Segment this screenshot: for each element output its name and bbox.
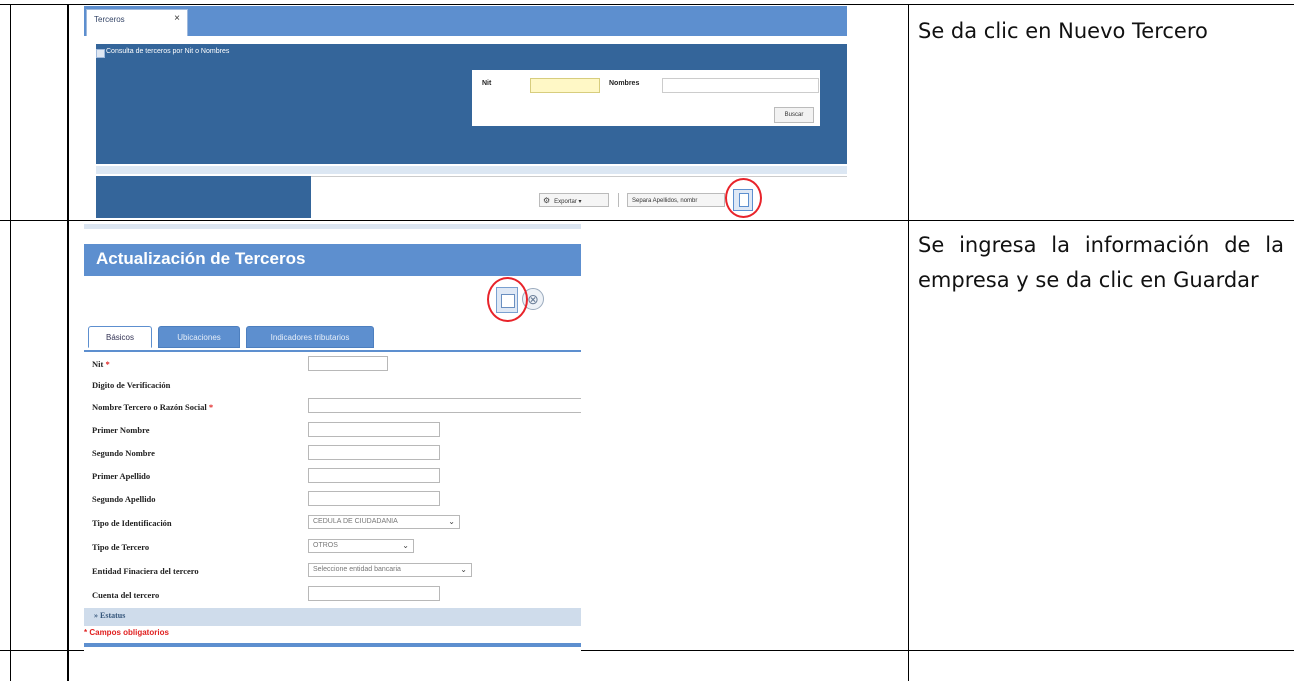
entidad-financiera-select[interactable]: Seleccione entidad bancaria ⌄: [308, 563, 472, 577]
buscar-button[interactable]: Buscar: [774, 107, 814, 123]
toolbar-divider: [618, 193, 619, 207]
table-row-divider: [0, 220, 1294, 221]
tab-bar: Terceros ×: [84, 6, 847, 36]
tab-terceros[interactable]: Terceros ×: [86, 9, 188, 36]
tab-ubicaciones[interactable]: Ubicaciones: [158, 326, 240, 348]
top-strip: [84, 224, 581, 229]
nombres-input[interactable]: [662, 78, 819, 93]
required-mark: *: [105, 359, 110, 369]
chevron-down-icon: ⌄: [460, 565, 467, 574]
tipo-identificacion-value: CEDULA DE CIUDADANIA: [313, 518, 398, 525]
nit-field[interactable]: [308, 356, 388, 371]
annotation-circle: [725, 178, 762, 218]
nombre-razon-social-label: Nombre Tercero o Razón Social *: [92, 402, 213, 412]
primer-apellido-field[interactable]: [308, 468, 440, 483]
cuenta-tercero-field[interactable]: [308, 586, 440, 601]
form-tabs: Básicos Ubicaciones Indicadores tributar…: [84, 326, 581, 352]
estatus-label: » Estatus: [94, 611, 126, 620]
close-icon[interactable]: ×: [174, 13, 180, 24]
screenshot-actualizacion-terceros: Actualización de Terceros ⊗ Básicos Ubic…: [84, 224, 581, 651]
bottom-bar: [84, 643, 581, 647]
campos-obligatorios-note: * Campos obligatorios: [84, 628, 169, 637]
tab-terceros-label: Terceros: [94, 15, 125, 24]
nit-field-text: Nit: [92, 359, 104, 369]
nit-field-label: Nit *: [92, 359, 110, 369]
exportar-button[interactable]: ⚙ Exportar ▾: [539, 193, 609, 207]
nombre-razon-social-text: Nombre Tercero o Razón Social: [92, 402, 207, 412]
exportar-label: Exportar ▾: [554, 199, 582, 205]
page-title: Actualización de Terceros: [96, 249, 306, 268]
primer-apellido-label: Primer Apellido: [92, 471, 151, 481]
entidad-financiera-label: Entidad Finaciera del tercero: [92, 566, 199, 576]
search-box: Nit Nombres Buscar: [472, 70, 820, 126]
segundo-nombre-field[interactable]: [308, 445, 440, 460]
nombres-label: Nombres: [609, 80, 640, 87]
primer-nombre-label: Primer Nombre: [92, 425, 150, 435]
table-column-divider: [908, 4, 909, 681]
tipo-identificacion-select[interactable]: CEDULA DE CIUDADANIA ⌄: [308, 515, 460, 529]
panel-title: Consulta de terceros por Nit o Nombres: [106, 48, 230, 55]
segundo-apellido-label: Segundo Apellido: [92, 494, 156, 504]
consulta-panel: Consulta de terceros por Nit o Nombres N…: [96, 44, 847, 164]
table-column-divider: [67, 4, 69, 681]
separator-bar: [96, 166, 847, 174]
entidad-financiera-value: Seleccione entidad bancaria: [313, 566, 401, 573]
nit-label: Nit: [482, 80, 492, 87]
tipo-tercero-label: Tipo de Tercero: [92, 542, 150, 552]
screenshot-consulta-terceros: Terceros × Consulta de terceros por Nit …: [84, 6, 847, 218]
panel-icon: [96, 49, 105, 58]
step-2-description: Se ingresa la información de la empresa …: [918, 233, 1284, 292]
tab-indicadores-tributarios[interactable]: Indicadores tributarios: [246, 326, 374, 348]
primer-nombre-field[interactable]: [308, 422, 440, 437]
form-header: Actualización de Terceros: [84, 244, 581, 276]
tipo-identificacion-label: Tipo de Identificación: [92, 518, 172, 528]
nombre-razon-social-field[interactable]: [308, 398, 581, 413]
gear-icon: ⚙: [543, 196, 551, 205]
results-panel: [96, 176, 311, 218]
tipo-tercero-value: OTROS: [313, 542, 338, 549]
tab-basicos[interactable]: Básicos: [88, 326, 152, 348]
table-left-border: [10, 4, 11, 681]
table-top-border: [0, 4, 1294, 5]
nit-input[interactable]: [530, 78, 600, 93]
chevron-down-icon: ⌄: [448, 517, 455, 526]
digito-verificacion-label: Digito de Verificación: [92, 380, 171, 390]
segundo-apellido-field[interactable]: [308, 491, 440, 506]
chevron-down-icon: ⌄: [402, 541, 409, 550]
required-mark: *: [208, 402, 214, 412]
estatus-section[interactable]: » Estatus: [84, 608, 581, 626]
separar-apellidos-button[interactable]: Separa Apellidos, nombr: [627, 193, 725, 207]
tipo-tercero-select[interactable]: OTROS ⌄: [308, 539, 414, 553]
segundo-nombre-label: Segundo Nombre: [92, 448, 155, 458]
step-1-description: Se da clic en Nuevo Tercero: [918, 19, 1208, 43]
cuenta-tercero-label: Cuenta del tercero: [92, 590, 160, 600]
cancel-icon: ⊗: [527, 291, 539, 307]
annotation-circle: [487, 277, 528, 322]
